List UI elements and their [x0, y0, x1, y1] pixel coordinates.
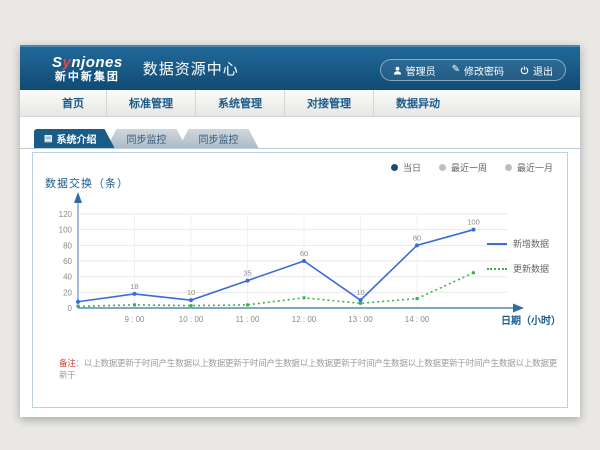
- chart-text: 35: [243, 269, 251, 278]
- chart-text: 10 : 00: [179, 315, 204, 324]
- user-action-1[interactable]: ✎ 修改密码: [452, 63, 504, 78]
- chart-text: 80: [63, 241, 72, 250]
- data-point: [189, 298, 193, 302]
- app-header: Synjones 新中新集团 数据资源中心 管理员 ✎ 修改密码 退出: [20, 45, 580, 90]
- chart-text: 80: [413, 233, 421, 242]
- chart-text: 14 : 00: [405, 315, 430, 324]
- user-actions-group: 管理员 ✎ 修改密码 退出: [380, 59, 566, 81]
- user-action-label: 退出: [533, 63, 553, 78]
- chart-text: 60: [63, 257, 72, 266]
- user-icon: [393, 66, 402, 75]
- data-point: [359, 298, 363, 302]
- chart-text: 11 : 00: [236, 315, 260, 324]
- legend-label: 更新数据: [513, 262, 549, 275]
- data-point: [359, 302, 362, 305]
- legend-item-0[interactable]: 新增数据: [487, 237, 561, 250]
- data-point: [133, 303, 136, 306]
- radio-dot-icon: [505, 164, 512, 171]
- data-point: [472, 228, 476, 232]
- footnote-text: ：以上数据更新于时间产生数据以上数据更新于时间产生数据以上数据更新于时间产生数据…: [59, 358, 557, 380]
- chart-text: 60: [300, 249, 308, 258]
- data-point: [133, 292, 137, 296]
- data-point: [472, 271, 475, 274]
- period-option-2[interactable]: 最近一月: [505, 161, 553, 174]
- radio-dot-icon: [391, 164, 398, 171]
- nav-item-0[interactable]: 首页: [40, 90, 106, 116]
- tab-1[interactable]: 同步监控: [107, 129, 187, 148]
- tab-0[interactable]: ▤ 系统介绍: [34, 129, 115, 148]
- main-nav: 首页标准管理系统管理对接管理数据异动: [20, 90, 580, 117]
- page-title: 数据资源中心: [143, 58, 239, 79]
- nav-item-3[interactable]: 对接管理: [284, 90, 373, 116]
- data-point: [190, 304, 193, 307]
- brand-name: Synjones: [52, 55, 123, 70]
- tab-label: 同步监控: [199, 131, 239, 146]
- legend-line-sample: [487, 243, 507, 245]
- data-point: [302, 259, 306, 263]
- chart-text: 10: [356, 288, 364, 297]
- chart-legend: 新增数据更新数据: [487, 237, 561, 275]
- chart-text: 日期（小时）: [501, 314, 561, 327]
- chart-text: 18: [130, 282, 138, 291]
- period-option-0[interactable]: 当日: [391, 161, 421, 174]
- content-panel: 0 20 40 60 80 100 120 18 10 35 60 10 80 100 9 : 00 10 :…: [32, 152, 568, 408]
- chart-text: 20: [63, 288, 72, 297]
- period-option-label: 最近一月: [517, 161, 553, 174]
- chart-text: 12 : 00: [292, 315, 317, 324]
- tab-label: 同步监控: [127, 131, 167, 146]
- nav-item-2[interactable]: 系统管理: [195, 90, 284, 116]
- app-window: Synjones 新中新集团 数据资源中心 管理员 ✎ 修改密码 退出 首页标准管理系…: [20, 45, 580, 417]
- legend-line-sample: [487, 268, 507, 270]
- footnote-prefix: 备注: [59, 358, 76, 368]
- chart-text: 100: [467, 218, 480, 227]
- data-point: [77, 305, 80, 308]
- brand-subtitle: 新中新集团: [52, 72, 123, 83]
- legend-item-1[interactable]: 更新数据: [487, 262, 561, 275]
- main-area: 0 20 40 60 80 100 120 18 10 35 60 10 80 100 9 : 00 10 :…: [20, 149, 580, 408]
- chart-text: 120: [59, 210, 73, 219]
- nav-item-4[interactable]: 数据异动: [373, 90, 462, 116]
- data-point: [246, 303, 249, 306]
- data-point: [76, 300, 80, 304]
- tab-2[interactable]: 同步监控: [179, 129, 259, 148]
- logout-icon: [520, 66, 529, 75]
- data-point: [416, 297, 419, 300]
- footnote: 备注：以上数据更新于时间产生数据以上数据更新于时间产生数据以上数据更新于时间产生…: [59, 357, 559, 381]
- tab-bar: ▤ 系统介绍 同步监控 同步监控: [20, 129, 580, 149]
- data-point: [415, 243, 419, 247]
- document-icon: ▤: [44, 134, 53, 143]
- tab-label: 系统介绍: [57, 131, 97, 146]
- edit-icon: ✎: [452, 65, 460, 75]
- user-action-2[interactable]: 退出: [520, 63, 553, 78]
- chart-text: 0: [68, 304, 73, 313]
- chart-text: 13 : 00: [348, 315, 373, 324]
- period-option-label: 最近一周: [451, 161, 487, 174]
- data-point: [246, 279, 250, 283]
- user-action-label: 管理员: [406, 63, 436, 78]
- nav-item-1[interactable]: 标准管理: [106, 90, 195, 116]
- legend-label: 新增数据: [513, 237, 549, 250]
- user-action-label: 修改密码: [464, 63, 504, 78]
- user-action-0[interactable]: 管理员: [393, 63, 436, 78]
- chart-text: 9 : 00: [124, 315, 145, 324]
- period-option-label: 当日: [403, 161, 421, 174]
- chart-text: 10: [187, 288, 195, 297]
- period-option-1[interactable]: 最近一周: [439, 161, 487, 174]
- chart-text: 100: [59, 226, 73, 235]
- period-filter: 当日 最近一周 最近一月: [391, 161, 553, 174]
- radio-dot-icon: [439, 164, 446, 171]
- brand-logo: Synjones 新中新集团: [52, 55, 123, 83]
- y-axis-label: 数据交换（条）: [45, 175, 129, 191]
- data-point: [303, 296, 306, 299]
- chart-text: 40: [63, 273, 72, 282]
